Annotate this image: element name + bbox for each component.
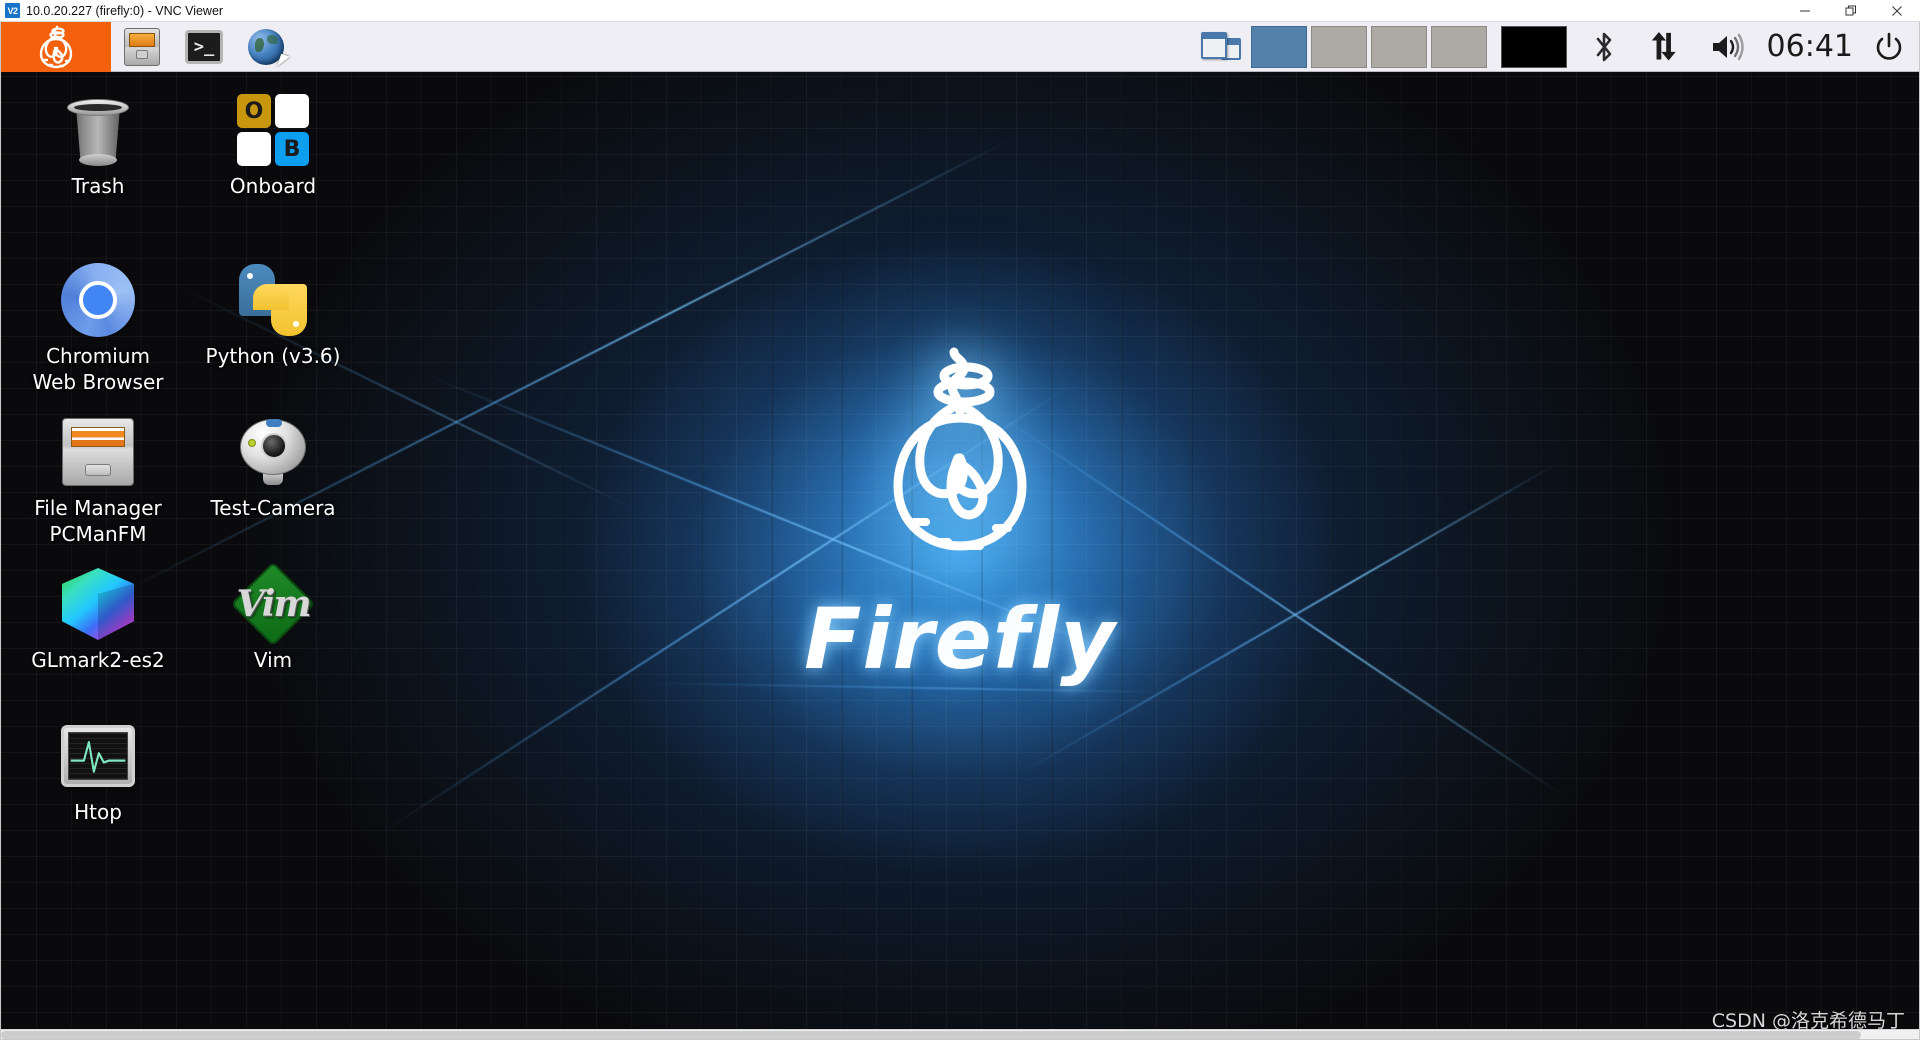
htop-icon bbox=[58, 716, 138, 796]
desktop-icon-vim[interactable]: Vim Vim bbox=[198, 561, 348, 674]
bluetooth-icon bbox=[1596, 32, 1611, 61]
firefly-menu-button[interactable] bbox=[1, 22, 111, 72]
bluetooth-tray-button[interactable] bbox=[1573, 22, 1635, 72]
system-tray: 06:41 bbox=[1573, 22, 1919, 71]
desktop-icon-onboard[interactable]: O B Onboard bbox=[198, 90, 348, 200]
trash-icon bbox=[58, 90, 138, 170]
desktop-icon-chromium[interactable]: Chromium Web Browser bbox=[23, 260, 173, 395]
web-browser-launcher[interactable] bbox=[235, 22, 297, 72]
file-manager-icon bbox=[58, 412, 138, 492]
scrollbar-thumb[interactable] bbox=[1, 1031, 1861, 1039]
desktop-icon-trash[interactable]: Trash bbox=[23, 90, 173, 200]
onboard-key-b: B bbox=[275, 132, 309, 166]
show-desktop-icon bbox=[1200, 30, 1241, 64]
vnc-viewer-window: V2 10.0.20.227 (firefly:0) - VNC Viewer bbox=[0, 0, 1920, 1040]
cursor-arrow-icon bbox=[277, 53, 290, 70]
vim-icon-text: Vim bbox=[236, 583, 311, 625]
firefly-bulb-logo-icon bbox=[39, 25, 73, 69]
globe-icon bbox=[248, 29, 290, 70]
workspace-1[interactable] bbox=[1250, 25, 1307, 68]
remote-desktop-view[interactable]: Firefly Trash O B Onboard Chromium Web B… bbox=[0, 22, 1920, 1040]
onboard-key-blank-2 bbox=[237, 132, 271, 166]
desktop-icon-label: Test-Camera bbox=[210, 496, 336, 520]
terminal-launcher[interactable]: >_ bbox=[173, 22, 235, 72]
python-icon bbox=[233, 260, 313, 340]
terminal-icon: >_ bbox=[185, 30, 223, 64]
window-task-list[interactable] bbox=[297, 22, 1197, 71]
minimize-button[interactable] bbox=[1782, 0, 1828, 22]
viewer-horizontal-scrollbar[interactable] bbox=[1, 1029, 1919, 1039]
workspace-2[interactable] bbox=[1310, 25, 1367, 68]
desktop-icon-glmark2[interactable]: GLmark2-es2 bbox=[23, 564, 173, 674]
volume-icon bbox=[1712, 33, 1744, 60]
wallpaper-brick-texture bbox=[1, 72, 1919, 1039]
onboard-icon: O B bbox=[233, 90, 313, 170]
lxde-taskbar-panel: >_ 06:41 bbox=[1, 22, 1919, 72]
vnc-app-icon: V2 bbox=[5, 3, 20, 18]
desktop-icon-test-camera[interactable]: Test-Camera bbox=[198, 412, 348, 522]
desktop-icon-label: Chromium Web Browser bbox=[32, 344, 164, 394]
desktop-icon-label: Python (v3.6) bbox=[205, 344, 341, 368]
network-tray-button[interactable] bbox=[1635, 22, 1697, 72]
window-controls bbox=[1782, 0, 1920, 22]
cube-icon bbox=[58, 564, 138, 644]
volume-tray-button[interactable] bbox=[1697, 22, 1759, 72]
file-manager-launcher[interactable] bbox=[111, 22, 173, 72]
network-updown-icon bbox=[1651, 31, 1676, 60]
desktop-icon-label: Onboard bbox=[229, 174, 317, 198]
desktop-icon-htop[interactable]: Htop bbox=[23, 716, 173, 826]
chromium-icon bbox=[58, 260, 138, 340]
desktop-icon-python[interactable]: Python (v3.6) bbox=[198, 260, 348, 370]
onboard-key-o: O bbox=[237, 94, 271, 128]
tray-black-applet bbox=[1500, 25, 1567, 68]
desktop-icon-label: File Manager PCManFM bbox=[34, 496, 162, 546]
vim-icon: Vim bbox=[230, 561, 316, 647]
taskbar-clock[interactable]: 06:41 bbox=[1759, 22, 1861, 72]
desktop-icon-label: Vim bbox=[253, 648, 293, 672]
restore-button[interactable] bbox=[1828, 0, 1874, 22]
close-button[interactable] bbox=[1874, 0, 1920, 22]
file-cabinet-icon bbox=[124, 28, 160, 66]
onboard-key-blank-1 bbox=[275, 94, 309, 128]
desktop-icon-label: Htop bbox=[74, 800, 122, 824]
workspace-3[interactable] bbox=[1370, 25, 1427, 68]
desktop-icon-file-manager[interactable]: File Manager PCManFM bbox=[23, 412, 173, 547]
power-button[interactable] bbox=[1861, 22, 1917, 72]
show-desktop-button[interactable] bbox=[1197, 22, 1245, 71]
window-title: 10.0.20.227 (firefly:0) - VNC Viewer bbox=[26, 3, 224, 18]
desktop-wallpaper: Firefly Trash O B Onboard Chromium Web B… bbox=[1, 72, 1919, 1039]
workspace-pager[interactable] bbox=[1245, 22, 1573, 71]
power-icon bbox=[1876, 32, 1902, 60]
window-titlebar: V2 10.0.20.227 (firefly:0) - VNC Viewer bbox=[0, 0, 1920, 22]
desktop-icon-label: GLmark2-es2 bbox=[31, 648, 165, 672]
webcam-icon bbox=[233, 412, 313, 492]
desktop-icon-label: Trash bbox=[71, 174, 125, 198]
workspace-4[interactable] bbox=[1430, 25, 1487, 68]
